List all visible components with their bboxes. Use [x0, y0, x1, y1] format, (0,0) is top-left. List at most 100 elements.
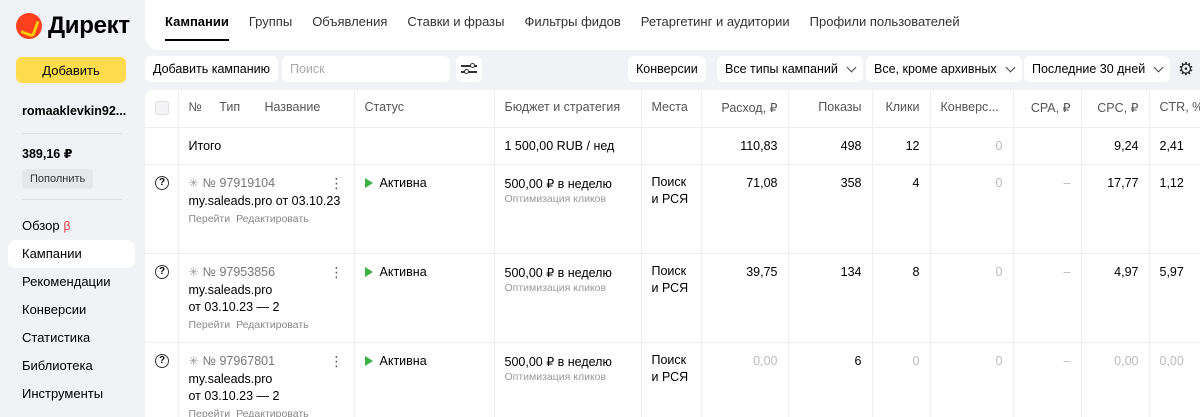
total-clicks: 12: [872, 127, 931, 165]
topup-button[interactable]: Пополнить: [22, 169, 94, 189]
campaign-type-icon: ✳: [188, 264, 199, 279]
total-budget: 1 500,00 RUB / нед: [494, 127, 642, 165]
places-value: Поиск: [651, 174, 687, 189]
status-badge[interactable]: Активна: [364, 176, 484, 190]
edit-link[interactable]: Редактировать: [236, 213, 309, 225]
logo-text: Директ: [48, 12, 130, 39]
cpa-cell: –: [1013, 342, 1082, 417]
add-button[interactable]: Добавить: [16, 57, 126, 83]
sidebar-item-statistics[interactable]: Статистика: [8, 324, 135, 352]
sidebar-item-conversions[interactable]: Конверсии: [8, 296, 135, 324]
help-icon[interactable]: ?: [155, 175, 169, 190]
period-select[interactable]: Последние 30 дней: [1024, 56, 1171, 82]
help-icon[interactable]: ?: [155, 264, 169, 279]
budget-value[interactable]: 500,00 ₽ в неделю: [505, 176, 631, 191]
budget-value[interactable]: 500,00 ₽ в неделю: [505, 354, 631, 369]
impressions-cell: 6: [788, 342, 873, 417]
budget-value[interactable]: 500,00 ₽ в неделю: [505, 265, 631, 280]
chevron-down-icon: [1005, 62, 1016, 72]
campaign-name-suffix[interactable]: от 03.10.23 — 2: [189, 388, 344, 405]
gear-icon[interactable]: ⚙: [1178, 59, 1194, 79]
divider: [22, 133, 122, 134]
sidebar-nav: Обзор β Кампании Рекомендации Конверсии С…: [8, 212, 135, 408]
conversions-button[interactable]: Конверсии: [628, 56, 706, 82]
name-header[interactable]: № Тип Название: [178, 90, 355, 128]
go-link[interactable]: Перейти: [189, 408, 231, 417]
cpa-header[interactable]: CPA, ₽: [1013, 90, 1082, 128]
add-campaign-button[interactable]: Добавить кампанию: [145, 56, 278, 82]
conversions-header[interactable]: Конверс...: [930, 90, 1014, 128]
total-impressions: 498: [788, 127, 873, 165]
edit-link[interactable]: Редактировать: [236, 319, 309, 331]
campaign-type-icon: ✳: [188, 353, 199, 368]
spend-header[interactable]: Расход, ₽: [701, 90, 789, 128]
places-value: Поиск: [651, 263, 687, 278]
spend-cell: 0,00: [701, 342, 789, 417]
tab-campaigns[interactable]: Кампании: [165, 14, 229, 41]
campaign-name[interactable]: my.saleads.pro: [189, 282, 344, 299]
sidebar-item-tools[interactable]: Инструменты: [8, 380, 135, 408]
table-row[interactable]: ? ✳ № 97967801 ⋮ my.saleads.pro от 03.10.23…: [145, 342, 1200, 417]
tab-user-profiles[interactable]: Профили пользователей: [810, 14, 960, 41]
tab-retargeting[interactable]: Ретаргетинг и аудитории: [641, 14, 790, 41]
sidebar-item-overview[interactable]: Обзор β: [8, 212, 135, 240]
archive-filter-select[interactable]: Все, кроме архивных: [866, 56, 1022, 82]
play-icon: [364, 177, 373, 188]
table-row[interactable]: ? ✳ № 97953856 ⋮ my.saleads.pro от 03.10.23…: [145, 253, 1200, 343]
spend-cell: 71,08: [701, 164, 789, 254]
status-badge[interactable]: Активна: [364, 354, 484, 368]
spend-cell: 39,75: [701, 253, 789, 343]
sidebar-item-library[interactable]: Библиотека: [8, 352, 135, 380]
budget-header[interactable]: Бюджет и стратегия: [494, 90, 642, 128]
campaign-id: № 97919104: [202, 175, 276, 190]
user-login[interactable]: romaaklevkin92...: [22, 104, 126, 118]
logo[interactable]: Директ: [16, 12, 130, 40]
clicks-header[interactable]: Клики: [872, 90, 931, 128]
sidebar-item-recommendations[interactable]: Рекомендации: [8, 268, 135, 296]
go-link[interactable]: Перейти: [189, 213, 231, 225]
strategy-name: Оптимизация кликов: [504, 192, 607, 205]
filter-settings-button[interactable]: [456, 56, 482, 82]
total-label: Итого: [178, 127, 355, 165]
campaign-name[interactable]: my.saleads.pro: [189, 371, 344, 388]
tab-feed-filters[interactable]: Фильтры фидов: [524, 14, 620, 41]
campaign-types-select[interactable]: Все типы кампаний: [717, 56, 863, 82]
yandex-logo-icon: [16, 13, 42, 39]
more-icon[interactable]: ⋮: [330, 354, 344, 368]
conversions-cell: 0: [930, 342, 1014, 417]
more-icon[interactable]: ⋮: [330, 176, 344, 190]
sidebar-item-campaigns[interactable]: Кампании: [8, 240, 135, 268]
campaign-name[interactable]: my.saleads.pro от 03.10.23: [189, 193, 344, 210]
more-icon[interactable]: ⋮: [330, 265, 344, 279]
cpa-cell: –: [1013, 164, 1082, 254]
status-badge[interactable]: Активна: [364, 265, 484, 279]
table-row[interactable]: ? ✳ № 97919104 ⋮ my.saleads.pro от 03.10.2…: [145, 164, 1200, 254]
cpc-cell: 0,00: [1081, 342, 1150, 417]
status-header[interactable]: Статус: [354, 90, 495, 128]
places-header[interactable]: Места: [641, 90, 702, 128]
cpc-cell: 17,77: [1081, 164, 1150, 254]
total-ctr: 2,41: [1149, 127, 1200, 165]
tab-ads[interactable]: Объявления: [312, 14, 387, 41]
ctr-header[interactable]: CTR, %: [1149, 90, 1200, 128]
edit-link[interactable]: Редактировать: [236, 408, 309, 417]
help-icon[interactable]: ?: [155, 353, 169, 368]
tab-groups[interactable]: Группы: [249, 14, 292, 41]
cpc-header[interactable]: CPC, ₽: [1081, 90, 1150, 128]
select-all-cell: [145, 90, 179, 128]
select-all-checkbox[interactable]: [155, 101, 169, 115]
play-icon: [364, 266, 373, 277]
conversions-cell: 0: [930, 164, 1014, 254]
strategy-name: Оптимизация кликов: [504, 370, 607, 383]
tab-bids[interactable]: Ставки и фразы: [407, 14, 504, 41]
ctr-cell: 5,97: [1149, 253, 1200, 343]
impressions-cell: 134: [788, 253, 873, 343]
clicks-cell: 8: [872, 253, 931, 343]
search-input[interactable]: [282, 56, 450, 82]
places-value: и РСЯ: [651, 191, 689, 206]
campaign-name-suffix[interactable]: от 03.10.23 — 2: [189, 299, 344, 316]
impressions-header[interactable]: Показы: [788, 90, 873, 128]
conversions-cell: 0: [930, 253, 1014, 343]
go-link[interactable]: Перейти: [189, 319, 231, 331]
impressions-cell: 358: [788, 164, 873, 254]
